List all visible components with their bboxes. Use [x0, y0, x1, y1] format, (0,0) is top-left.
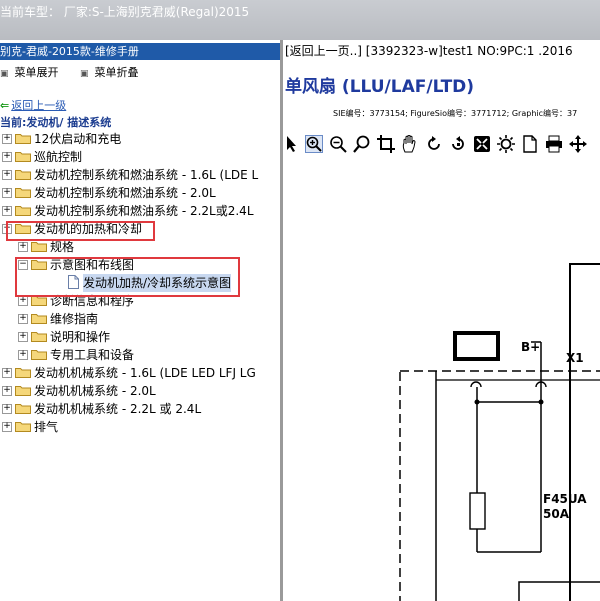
rotate-left-icon[interactable] [425, 135, 443, 153]
tree-item[interactable]: + 巡航控制 [0, 148, 280, 166]
folder-icon [15, 188, 31, 198]
print-icon[interactable] [545, 135, 563, 153]
tree-item-label: 发动机机械系统 - 2.2L 或 2.4L [34, 402, 202, 416]
fuse-name-label: F45UA [543, 492, 587, 506]
navigation-panel: 别克-君威-2015款-维修手册 ▣ 菜单展开 ▣ 菜单折叠 ⇐ 返回上一级 当前:发… [0, 40, 280, 601]
expand-icon[interactable]: + [18, 332, 28, 342]
expand-icon[interactable]: + [2, 188, 12, 198]
folder-icon [15, 206, 31, 216]
back-to-parent-link[interactable]: ⇐ 返回上一级 [0, 97, 66, 113]
tree-item[interactable]: + 发动机控制系统和燃油系统 - 2.2L或2.4L [0, 202, 280, 220]
manual-title: 别克-君威-2015款-维修手册 [0, 43, 280, 60]
expand-icon[interactable]: + [2, 404, 12, 414]
brightness-icon[interactable] [497, 135, 515, 153]
folder-icon [15, 170, 31, 180]
doc-info-line[interactable]: [返回上一页..] [3392323-w]test1 NO:9PC:1 .201… [285, 42, 573, 59]
expand-icon[interactable]: + [18, 314, 28, 324]
fit-page-icon[interactable] [473, 135, 491, 153]
folder-icon [31, 332, 47, 342]
tree-item[interactable]: + 发动机控制系统和燃油系统 - 2.0L [0, 184, 280, 202]
expand-icon[interactable]: + [2, 368, 12, 378]
tree-item-label: 专用工具和设备 [50, 348, 135, 362]
tree-item-label: 发动机机械系统 - 1.6L (LDE LED LFJ LG [34, 366, 256, 380]
rotate-right-icon[interactable] [449, 135, 467, 153]
zoom-out-icon[interactable] [329, 135, 347, 153]
expand-icon[interactable]: + [18, 242, 28, 252]
expand-icon[interactable]: + [2, 206, 12, 216]
expand-icon[interactable]: + [2, 422, 12, 432]
diagram-ids: SIE编号：3773154; FigureSio编号：3771712; Grap… [333, 109, 578, 118]
folder-icon [15, 134, 31, 144]
menu-bar: ▣ 菜单展开 ▣ 菜单折叠 [0, 64, 157, 80]
tree-item[interactable]: + 专用工具和设备 [0, 346, 280, 364]
tree-item[interactable]: + 发动机控制系统和燃油系统 - 1.6L (LDE L [0, 166, 280, 184]
tree-item-label: 巡航控制 [34, 150, 83, 164]
fuse-rating-label: 50A [543, 507, 570, 521]
tree-item[interactable]: + 说明和操作 [0, 328, 280, 346]
folder-icon [15, 386, 31, 396]
content-panel: [返回上一页..] [3392323-w]test1 NO:9PC:1 .201… [283, 40, 600, 601]
diagram-title: 单风扇 (LLU/LAF/LTD) [285, 77, 475, 97]
bplus-label: B+ [521, 340, 540, 354]
pointer-icon[interactable] [283, 135, 301, 153]
folder-icon [15, 422, 31, 432]
collapse-menu-button[interactable]: ▣ 菜单折叠 [80, 64, 139, 80]
tree-item-label: 发动机控制系统和燃油系统 - 2.2L或2.4L [34, 204, 254, 218]
crop-icon[interactable] [377, 135, 395, 153]
expand-icon[interactable]: + [18, 296, 28, 306]
current-path: 当前:发动机/ 描述系统 [0, 116, 112, 129]
tree-item[interactable]: + 发动机机械系统 - 2.0L [0, 382, 280, 400]
tree-item-label: 维修指南 [50, 312, 99, 326]
window-title-bar: 当前车型： 厂家:S-上海别克君威(Regal)2015 [0, 0, 600, 40]
folder-icon [15, 368, 31, 378]
tree-item[interactable]: + 维修指南 [0, 310, 280, 328]
wiring-diagram[interactable]: B+ X1 F45UA 50A [283, 162, 600, 601]
tree-item[interactable]: +12伏启动和充电 [0, 130, 280, 148]
tree-item[interactable]: + 排气 [0, 418, 280, 436]
page-icon[interactable] [521, 135, 539, 153]
expand-icon[interactable]: + [2, 152, 12, 162]
highlight-box-schematics [15, 257, 240, 297]
highlight-box-engine-heating [6, 221, 155, 241]
expand-icon[interactable]: + [2, 386, 12, 396]
menu-expand-icon: ▣ [0, 69, 9, 79]
search-icon[interactable] [353, 135, 371, 153]
folder-icon [15, 404, 31, 414]
folder-icon [15, 152, 31, 162]
back-arrow-icon: ⇐ [0, 99, 10, 112]
window-title: 当前车型： 厂家:S-上海别克君威(Regal)2015 [0, 5, 250, 19]
connector-x1-label: X1 [566, 351, 584, 365]
pan-hand-icon[interactable] [401, 135, 419, 153]
expand-icon[interactable]: + [2, 134, 12, 144]
folder-icon [31, 314, 47, 324]
tree-item[interactable]: + 发动机机械系统 - 2.2L 或 2.4L [0, 400, 280, 418]
folder-icon [31, 350, 47, 360]
tree-item[interactable]: + 发动机机械系统 - 1.6L (LDE LED LFJ LG [0, 364, 280, 382]
tree-item-label: 发动机机械系统 - 2.0L [34, 384, 156, 398]
zoom-in-icon[interactable] [305, 135, 323, 153]
expand-icon[interactable]: + [18, 350, 28, 360]
menu-collapse-icon: ▣ [80, 69, 89, 79]
tree-item-label: 12伏启动和充电 [34, 132, 122, 146]
expand-icon[interactable]: + [2, 170, 12, 180]
tree-item-label: 排气 [34, 420, 59, 434]
tree-item-label: 发动机控制系统和燃油系统 - 1.6L (LDE L [34, 168, 259, 182]
move-icon[interactable] [569, 135, 587, 153]
tree-item-label: 发动机控制系统和燃油系统 - 2.0L [34, 186, 216, 200]
tree-item-label: 说明和操作 [50, 330, 111, 344]
expand-menu-button[interactable]: ▣ 菜单展开 [0, 64, 59, 80]
folder-icon [31, 242, 47, 252]
